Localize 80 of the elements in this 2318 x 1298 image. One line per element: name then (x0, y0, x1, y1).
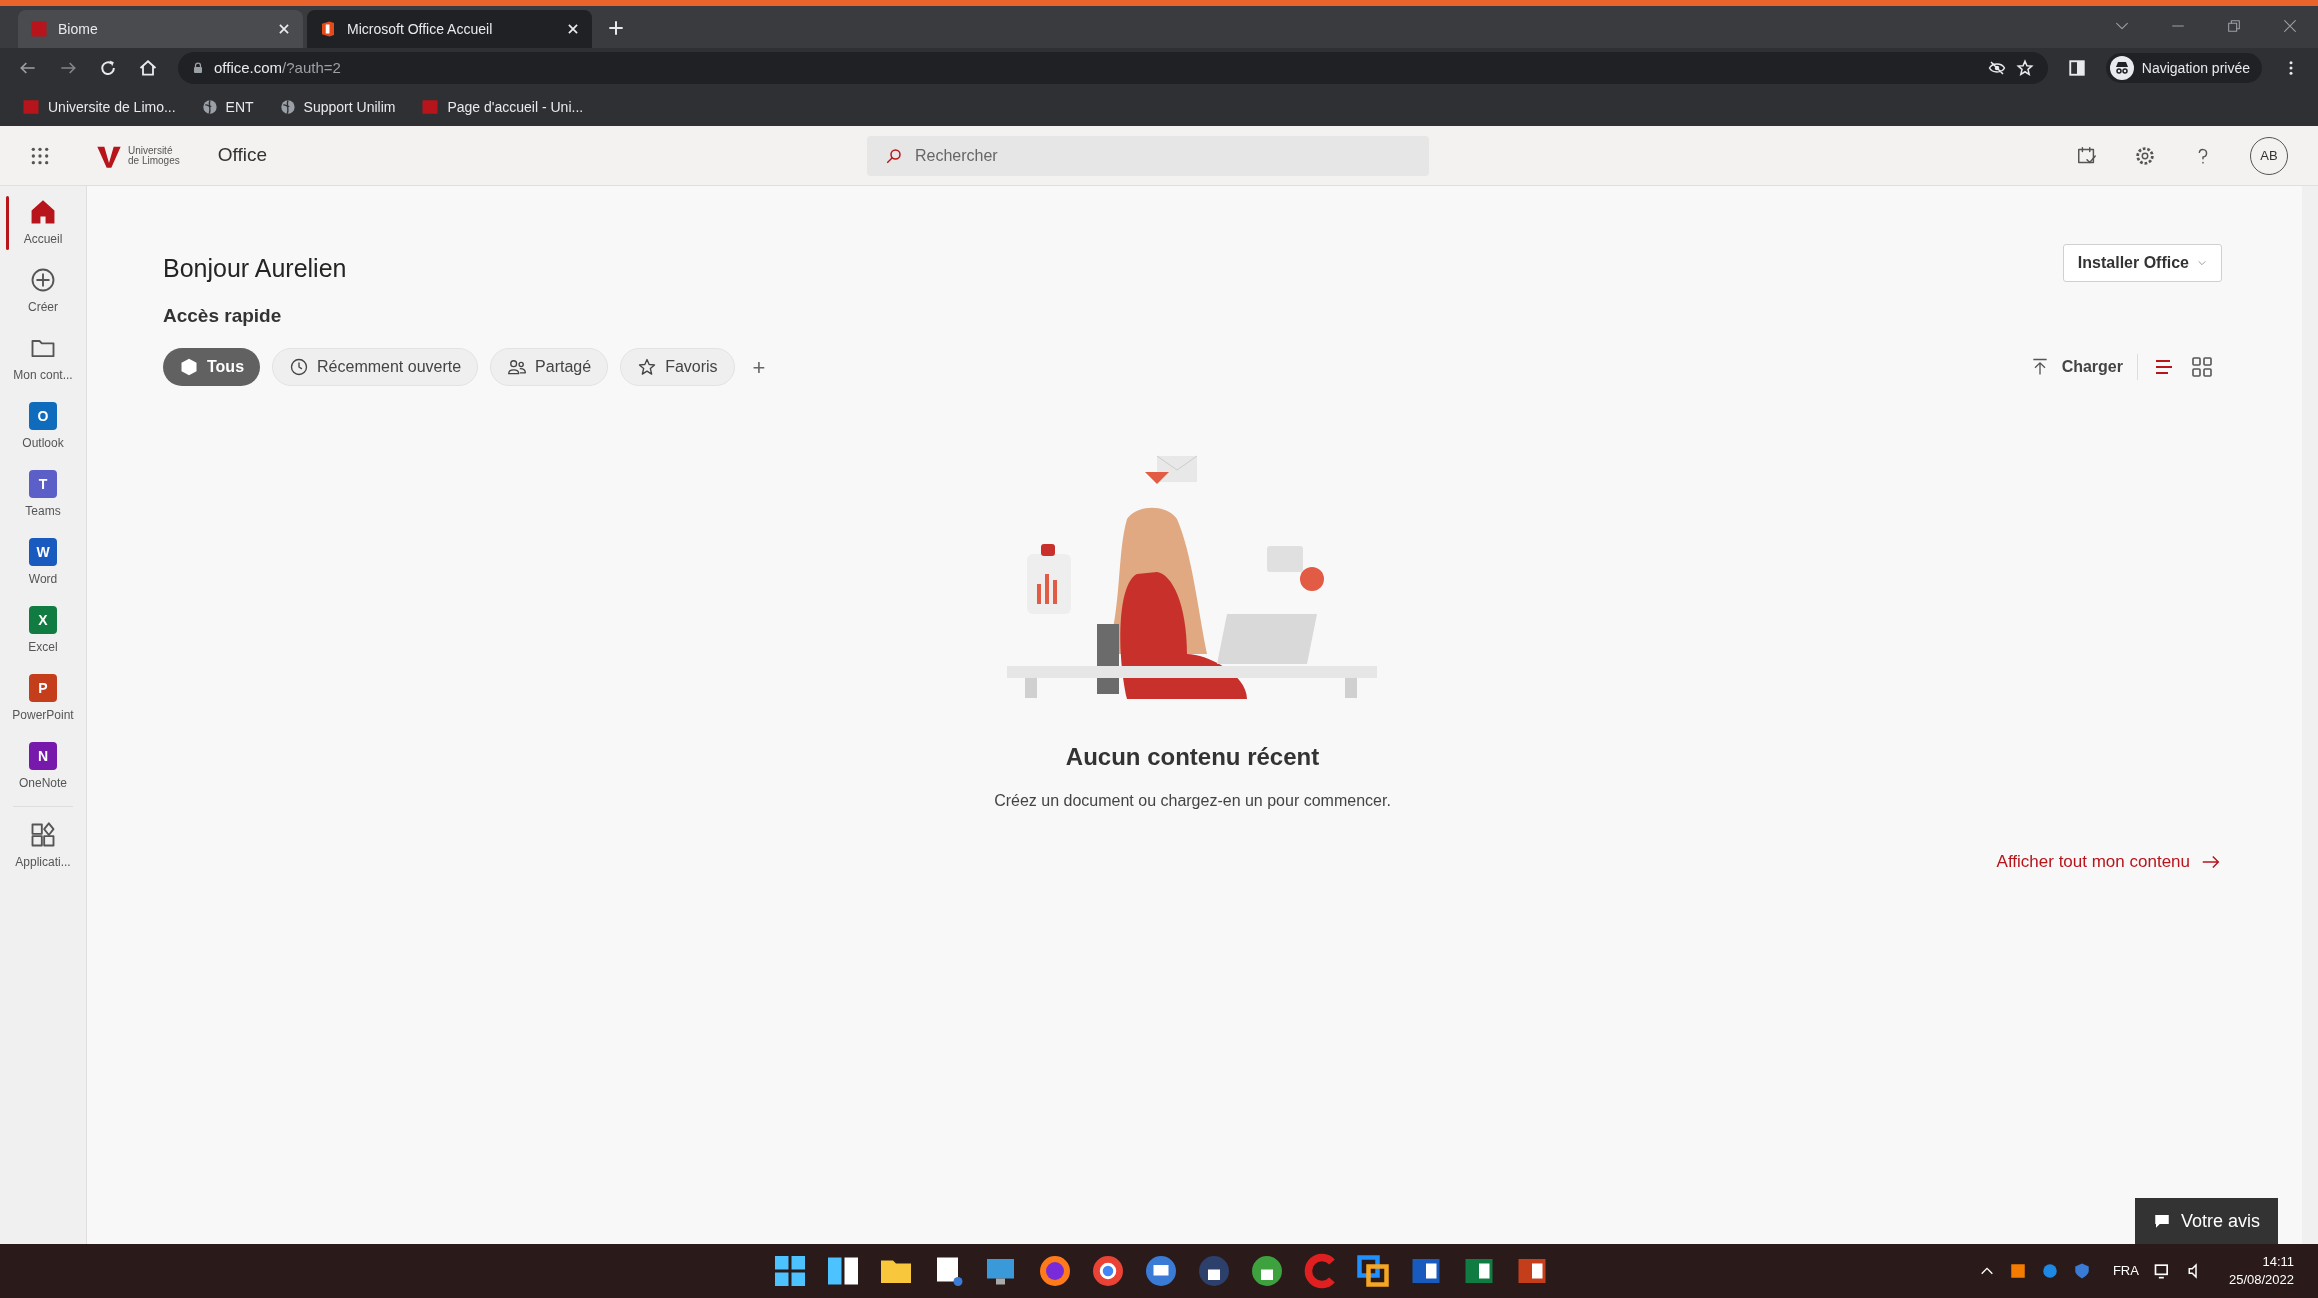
sidebar-item[interactable]: T Teams (0, 466, 86, 524)
url-text: office.com/?auth=2 (214, 57, 342, 78)
search-field[interactable]: Rechercher (867, 135, 1429, 176)
squares-icon[interactable] (1355, 1253, 1391, 1289)
filter-chip[interactable]: Tous (163, 348, 261, 386)
side-panel-icon[interactable] (2067, 59, 2086, 77)
logo-icon (421, 98, 440, 116)
browser-icon[interactable] (1090, 1253, 1126, 1289)
feedback-button[interactable]: Votre avis (2134, 1198, 2278, 1244)
sidebar-item[interactable]: Accueil (0, 194, 86, 252)
bookmark[interactable]: Universite de Limo... (22, 96, 176, 118)
install-button[interactable]: Installer Office (2062, 244, 2222, 282)
scrollbar[interactable] (2302, 186, 2318, 1244)
greeting: Bonjour Aurelien (163, 253, 347, 284)
star-icon[interactable] (2015, 59, 2034, 77)
filter-chip[interactable]: Partagé (490, 348, 609, 386)
new-tab-icon[interactable] (606, 18, 626, 38)
globe-icon (201, 99, 218, 115)
start-icon[interactable] (772, 1253, 808, 1289)
bookmark[interactable]: Support Unilim (279, 96, 396, 118)
bookmark[interactable]: Page d'accueil - Uni... (421, 96, 584, 118)
tab-title: Microsoft Office Accueil (347, 19, 494, 39)
app-icon: O (29, 402, 57, 430)
clock-date[interactable]: 25/08/2022 (2228, 1271, 2294, 1289)
sidebar-item[interactable]: Mon cont... (0, 330, 86, 388)
logo-icon (22, 98, 40, 116)
sidebar-item[interactable]: O Outlook (0, 398, 86, 456)
language-indicator[interactable]: FRA (2112, 1261, 2139, 1281)
star-icon (637, 357, 658, 377)
view-all-link[interactable]: Afficher tout mon contenu (1996, 849, 2222, 875)
chevron-down-icon (2197, 258, 2207, 268)
app-launcher-icon[interactable] (30, 145, 50, 166)
section-title: Accès rapide (163, 303, 283, 328)
filter-chip[interactable]: Favoris (620, 348, 735, 386)
app-icon: N (29, 742, 57, 770)
empty-state-title: Aucun contenu récent (1065, 742, 1320, 772)
app-icon: X (29, 606, 57, 634)
close-icon[interactable] (566, 22, 580, 36)
sidebar-item[interactable]: X Excel (0, 602, 86, 660)
logo-text: de Limoges (128, 155, 180, 166)
incognito-icon (2109, 56, 2134, 80)
app-icon: T (29, 470, 57, 498)
globe-icon (279, 99, 296, 115)
tab-title: Biome (58, 19, 99, 39)
sidebar-item[interactable]: N OneNote (0, 738, 86, 796)
plus-circle-icon (29, 266, 57, 294)
browser-icon[interactable] (1037, 1253, 1073, 1289)
grid-view-icon[interactable] (2190, 355, 2214, 379)
profile-button[interactable]: Navigation privée (2105, 53, 2262, 83)
apps-icon (29, 821, 57, 849)
add-button[interactable]: + (752, 350, 766, 384)
restore-icon[interactable] (2226, 18, 2242, 34)
home-icon (29, 198, 57, 226)
clock-icon (289, 357, 310, 377)
bookmark[interactable]: ENT (201, 96, 254, 118)
close-icon[interactable] (277, 22, 291, 36)
sidebar-item[interactable]: Créer (0, 262, 86, 320)
app-icon: W (29, 538, 57, 566)
logo-icon (30, 20, 48, 38)
home-icon[interactable] (138, 58, 158, 78)
sidebar-item[interactable]: W Word (0, 534, 86, 592)
empty-state-text: Créez un document ou chargez-en un pour commencer. (994, 791, 1391, 811)
app-name[interactable]: Office (217, 141, 267, 170)
upload-button[interactable]: Charger (2029, 355, 2123, 379)
app-icon: P (29, 674, 57, 702)
reload-icon[interactable] (98, 58, 118, 78)
people-icon (507, 357, 528, 377)
browser-tab[interactable]: Biome (18, 10, 303, 48)
browser-tab[interactable]: Microsoft Office Accueil (307, 10, 592, 48)
search-icon (885, 146, 903, 165)
sidebar-item[interactable]: P PowerPoint (0, 670, 86, 728)
settings-icon[interactable] (2134, 144, 2156, 167)
address-bar[interactable]: office.com/?auth=2 (178, 52, 2048, 84)
filter-chip[interactable]: Récemment ouverte (272, 348, 479, 386)
c-logo-icon[interactable] (1302, 1253, 1338, 1289)
office-logo-icon (319, 20, 337, 38)
logo-text: Université (128, 145, 174, 156)
clock-time[interactable]: 14:11 (2262, 1253, 2294, 1271)
sidebar-item[interactable]: Applicati... (0, 817, 86, 875)
eye-slash-icon[interactable] (1987, 59, 2006, 77)
